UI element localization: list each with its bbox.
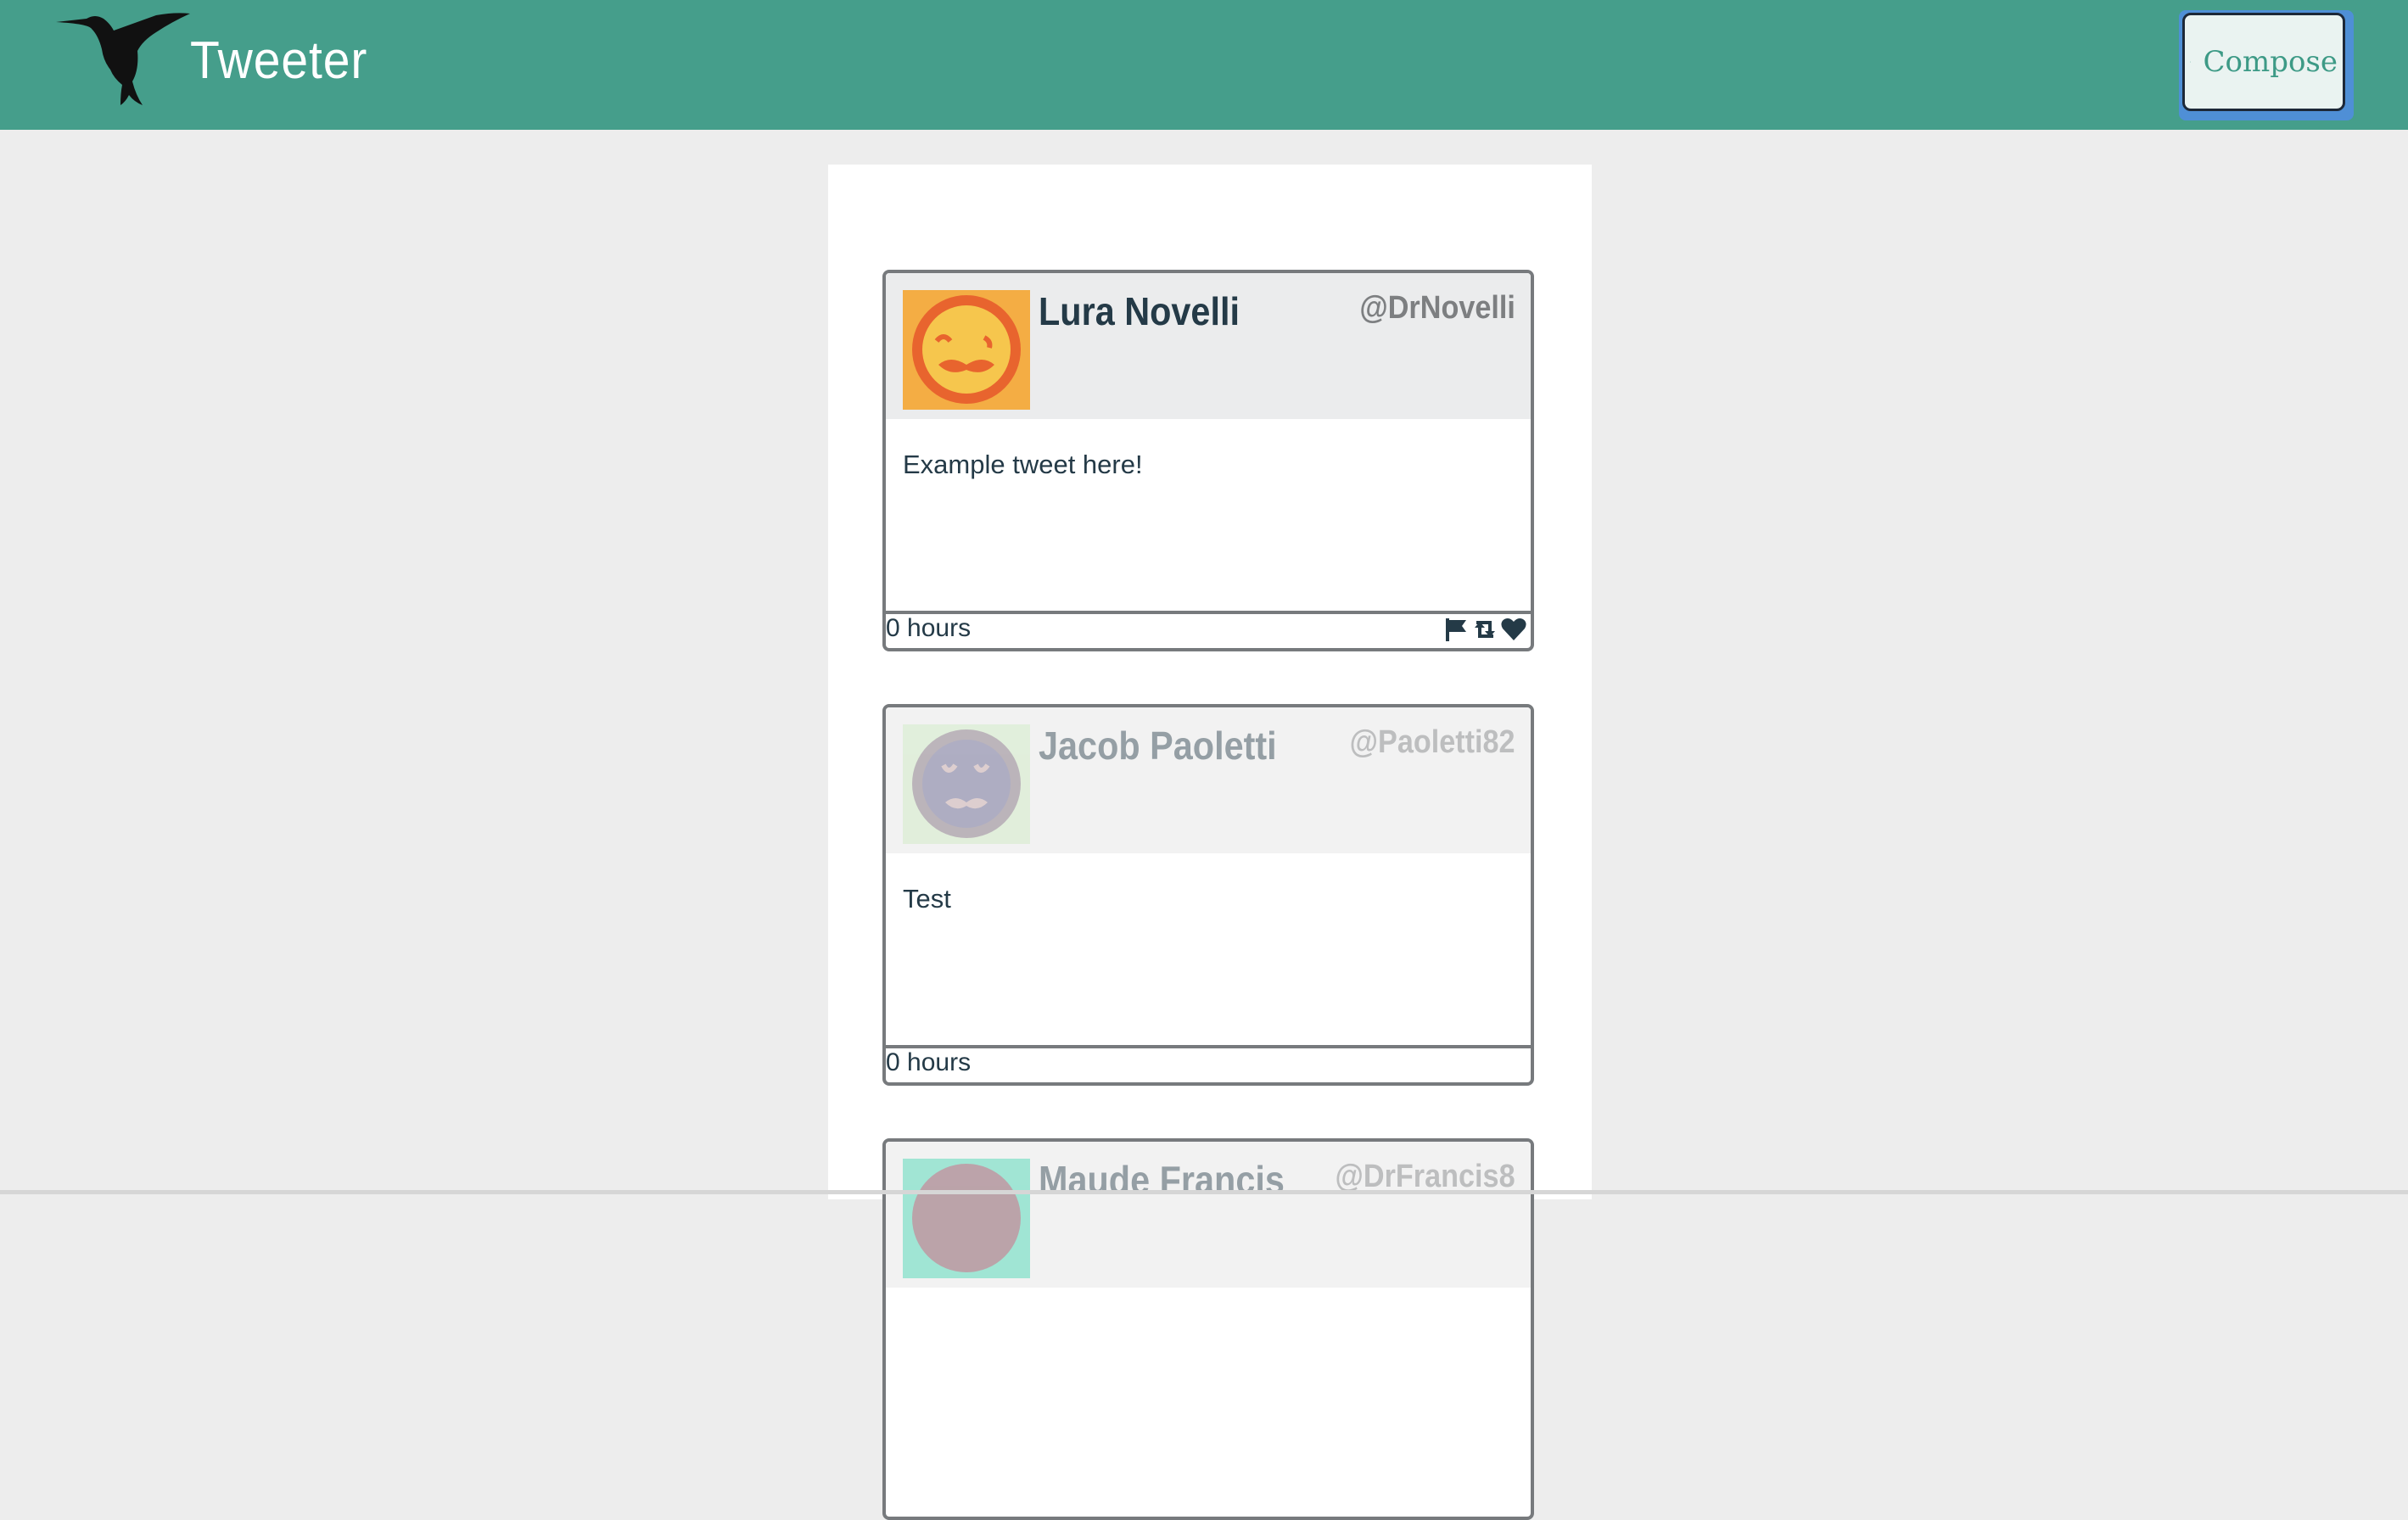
- top-navbar: Tweeter: [0, 0, 2408, 130]
- avatar: [903, 290, 1030, 410]
- tweet-header: Jacob Paoletti @Paoletti82: [886, 707, 1531, 853]
- tweet-author-name[interactable]: Jacob Paoletti: [1039, 723, 1277, 768]
- tweet-footer: 0 hours: [886, 1045, 1531, 1082]
- app-title[interactable]: Tweeter: [190, 31, 367, 91]
- tweet-author-name[interactable]: Lura Novelli: [1039, 288, 1240, 334]
- retweet-icon[interactable]: [1471, 616, 1498, 643]
- tweet-footer: 0 hours: [886, 611, 1531, 648]
- compose-label: Compose: [2203, 45, 2338, 79]
- tweet-timestamp: 0 hours: [886, 1048, 972, 1076]
- tweet-timestamp: 0 hours: [886, 614, 972, 642]
- tweet-card: Maude Francis @DrFrancis8: [882, 1138, 1534, 1520]
- tweet-actions: [1442, 616, 1527, 643]
- tweet-author-handle[interactable]: @Paoletti82: [1350, 724, 1515, 761]
- tweet-author-handle[interactable]: @DrNovelli: [1359, 290, 1515, 327]
- tweet-text: Test: [903, 884, 951, 914]
- avatar: [903, 724, 1030, 844]
- window-bottom-edge: [0, 1190, 2408, 1194]
- compose-button[interactable]: Compose: [2182, 13, 2345, 111]
- tweet-author-name[interactable]: Maude Francis: [1039, 1157, 1285, 1203]
- edit-icon: [2190, 61, 2192, 63]
- tweet-header: Lura Novelli @DrNovelli: [886, 273, 1531, 419]
- hummingbird-logo-icon: [56, 13, 190, 105]
- tweet-text: Example tweet here!: [903, 450, 1143, 479]
- tweet-header: Maude Francis @DrFrancis8: [886, 1142, 1531, 1288]
- tweet-card: Lura Novelli @DrNovelli Example tweet he…: [882, 270, 1534, 651]
- heart-icon[interactable]: [1500, 616, 1527, 643]
- flag-icon[interactable]: [1442, 616, 1470, 643]
- tweet-card: Jacob Paoletti @Paoletti82 Test 0 hours: [882, 704, 1534, 1086]
- tweet-feed: Lura Novelli @DrNovelli Example tweet he…: [828, 165, 1592, 1520]
- avatar: [903, 1159, 1030, 1278]
